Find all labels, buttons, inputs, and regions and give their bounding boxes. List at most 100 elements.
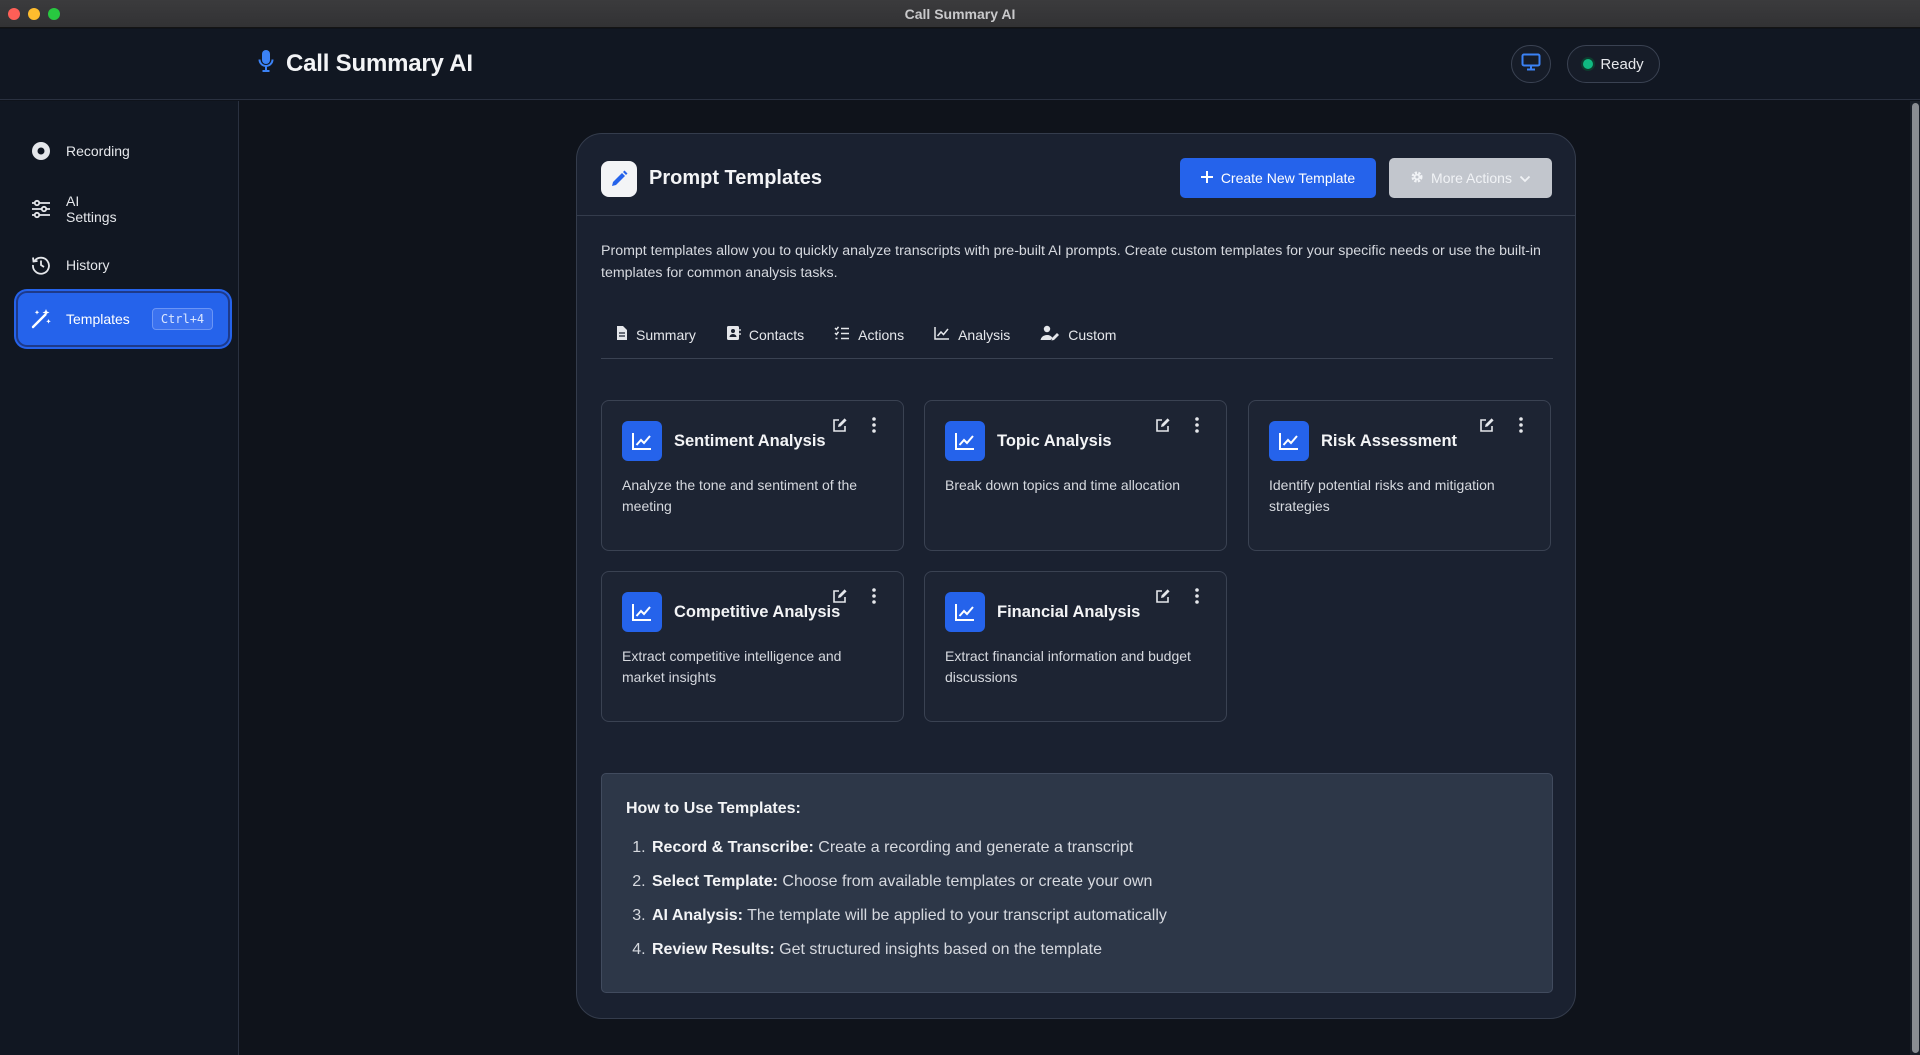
template-description: Extract competitive intelligence and mar… [622,648,842,685]
edit-template-button[interactable] [828,584,852,608]
step-text: The template will be applied to your tra… [743,907,1167,924]
sliders-icon [30,198,52,220]
more-actions-label: More Actions [1431,170,1512,186]
list-item: Select Template: Choose from available t… [650,872,1167,906]
minimize-window-button[interactable] [28,8,40,20]
checklist-icon [834,326,850,343]
window-title: Call Summary AI [904,5,1016,22]
step-text: Create a recording and generate a transc… [813,839,1134,856]
template-title: Topic Analysis [997,432,1112,450]
user-edit-icon [1040,325,1060,344]
close-window-button[interactable] [8,8,20,20]
step-text: Choose from available templates or creat… [777,873,1153,890]
edit-template-button[interactable] [1151,413,1175,437]
status-badge: Ready [1567,45,1660,83]
template-title: Sentiment Analysis [674,432,826,450]
history-icon [30,254,52,276]
sidebar-item-label: Recording [66,143,130,159]
monitor-icon [1521,53,1541,76]
line-chart-icon [622,421,662,461]
sidebar-item-ai-settings[interactable]: AI Settings [18,189,228,229]
template-description: Extract financial information and budget… [945,648,1191,685]
list-item: AI Analysis: The template will be applie… [650,906,1167,940]
panel-header: Prompt Templates Create New Template Mor… [577,134,1575,216]
brand: Call Summary AI [258,49,473,78]
more-options-button[interactable] [1189,584,1205,608]
sidebar-item-recording[interactable]: Recording [18,137,228,165]
template-description: Identify potential risks and mitigation … [1269,477,1495,514]
step-title: Record & Transcribe: [652,839,814,856]
sidebar-item-label: AI Settings [66,193,117,225]
template-card-risk-assessment[interactable]: Risk Assessment Identify potential risks… [1248,400,1551,551]
tab-label: Custom [1068,326,1117,343]
more-options-button[interactable] [1513,413,1529,437]
tab-label: Summary [636,326,696,343]
line-chart-icon [945,592,985,632]
list-item: Review Results: Get structured insights … [650,940,1167,974]
more-actions-button[interactable]: More Actions [1389,158,1552,198]
chevron-down-icon [1519,170,1531,186]
how-to-title: How to Use Templates: [626,800,801,817]
app-header: Call Summary AI Ready [0,29,1920,100]
zoom-window-button[interactable] [48,8,60,20]
templates-description: Prompt templates allow you to quickly an… [601,243,1541,281]
create-template-button[interactable]: Create New Template [1180,158,1376,198]
sidebar-item-label: Templates [66,311,130,327]
edit-template-button[interactable] [1475,413,1499,437]
template-description: Break down topics and time allocation [945,477,1181,493]
tab-label: Analysis [958,326,1011,343]
plus-icon [1200,170,1213,186]
step-title: Review Results: [652,941,775,958]
template-card-topic-analysis[interactable]: Topic Analysis Break down topics and tim… [924,400,1227,551]
microphone-icon [258,49,274,78]
tab-analysis[interactable]: Analysis [919,316,1025,346]
create-template-label: Create New Template [1220,170,1356,186]
traffic-lights [8,8,60,20]
tab-actions[interactable]: Actions [819,316,919,346]
template-card-financial-analysis[interactable]: Financial Analysis Extract financial inf… [924,571,1227,722]
template-card-competitive-analysis[interactable]: Competitive Analysis Extract competitive… [601,571,904,722]
page-title: Prompt Templates [649,167,822,189]
line-chart-icon [622,592,662,632]
more-options-button[interactable] [1189,413,1205,437]
edit-template-button[interactable] [828,413,852,437]
how-to-use-box: How to Use Templates: Record & Transcrib… [601,773,1553,993]
list-item: Record & Transcribe: Create a recording … [650,838,1167,872]
edit-template-button[interactable] [1151,584,1175,608]
template-title: Competitive Analysis [674,603,841,621]
pencil-icon [601,161,637,197]
tab-label: Contacts [748,326,805,343]
scrollbar-thumb[interactable] [1912,103,1919,1053]
document-icon [616,325,628,344]
window-titlebar: Call Summary AI [0,0,1920,28]
keyboard-shortcut-badge: Ctrl+4 [151,308,214,330]
sidebar-item-templates[interactable]: Templates Ctrl+4 [18,293,228,345]
line-chart-icon [934,326,950,343]
magic-wand-icon [30,308,52,330]
line-chart-icon [945,421,985,461]
display-toggle-button[interactable] [1511,45,1551,83]
contact-card-icon [726,325,741,344]
step-title: Select Template: [652,873,778,890]
sidebar-item-history[interactable]: History [18,251,228,279]
sidebar-item-label: History [66,257,110,273]
app-title: Call Summary AI [286,49,473,77]
prompt-templates-panel: Prompt Templates Create New Template Mor… [576,133,1576,1019]
gear-icon [1410,170,1424,187]
template-card-sentiment-analysis[interactable]: Sentiment Analysis Analyze the tone and … [601,400,904,551]
more-options-button[interactable] [866,413,882,437]
record-icon [30,140,52,162]
line-chart-icon [1269,421,1309,461]
tab-summary[interactable]: Summary [601,316,711,346]
tab-contacts[interactable]: Contacts [711,316,819,346]
how-to-steps: Record & Transcribe: Create a recording … [650,838,1167,974]
template-title: Risk Assessment [1321,432,1458,450]
tab-custom[interactable]: Custom [1025,316,1131,346]
tab-label: Actions [858,326,905,343]
status-dot-icon [1583,59,1594,69]
more-options-button[interactable] [866,584,882,608]
status-label: Ready [1600,55,1644,73]
category-tabs: Summary Contacts Actions Analysis Custom [601,316,1553,359]
template-title: Financial Analysis [997,603,1141,621]
step-title: AI Analysis: [652,907,743,924]
